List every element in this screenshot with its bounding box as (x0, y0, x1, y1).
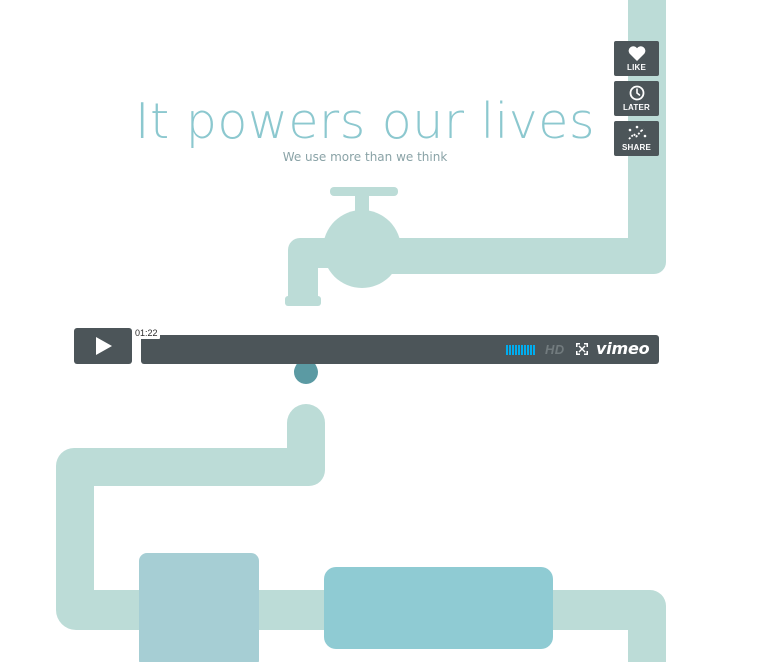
pipe-lower-right (540, 590, 666, 662)
hd-toggle[interactable]: HD (545, 342, 564, 357)
tap-spout-tip (285, 296, 321, 306)
timecode-tooltip: 01:22 (133, 328, 160, 339)
pipe-lower-bottom (56, 586, 150, 630)
play-icon (96, 337, 112, 355)
watch-later-button[interactable]: LATER (614, 81, 659, 116)
tank-right (324, 567, 553, 649)
tank-left (139, 553, 259, 667)
tap-handle (330, 187, 398, 196)
player-controlbar[interactable]: HD vimeo (141, 335, 659, 364)
heart-icon (628, 45, 645, 61)
side-button-group: LIKE LATER SHARE (614, 41, 659, 161)
vimeo-logo[interactable]: vimeo (596, 339, 650, 358)
fullscreen-icon[interactable] (576, 343, 588, 355)
pipe-tap-feed (380, 238, 648, 274)
subheadline: We use more than we think (282, 150, 448, 164)
clock-icon (629, 85, 644, 101)
later-label: LATER (622, 103, 651, 112)
share-icon (627, 125, 646, 140)
like-button[interactable]: LIKE (614, 41, 659, 76)
play-button[interactable] (74, 328, 132, 364)
headline: It powers our lives (135, 93, 595, 150)
tap-spout (288, 238, 330, 300)
share-button[interactable]: SHARE (614, 121, 659, 156)
share-label: SHARE (621, 143, 651, 152)
like-label: LIKE (626, 62, 647, 72)
volume-control[interactable] (506, 345, 535, 355)
